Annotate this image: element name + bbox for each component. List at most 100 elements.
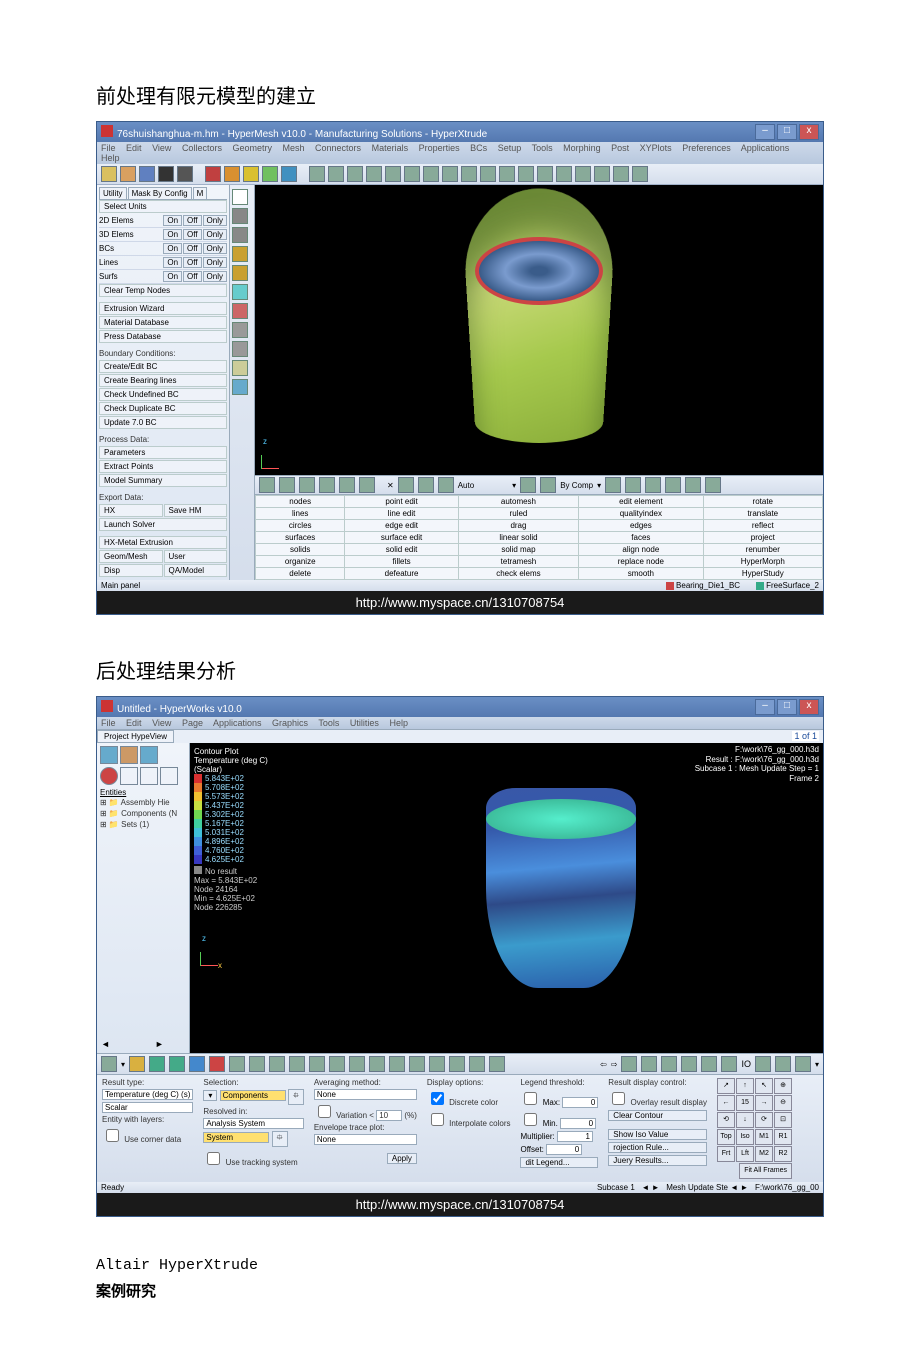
off-button[interactable]: Off (183, 257, 202, 268)
apply-button[interactable]: Apply (387, 1153, 417, 1164)
show-iso-button[interactable]: Show Iso Value (608, 1129, 707, 1140)
minimize-button[interactable]: – (755, 124, 775, 140)
toolbar-icon[interactable] (461, 166, 477, 182)
menu-item[interactable]: Edit (126, 143, 142, 153)
tb-icon[interactable] (775, 1056, 791, 1072)
toolbar-icon[interactable] (243, 166, 259, 182)
command-cell[interactable]: HyperMorph (703, 556, 822, 568)
analysis-system-select[interactable]: Analysis System (203, 1118, 303, 1129)
command-cell[interactable]: edit element (579, 496, 703, 508)
sys-pick[interactable]: ⯐ (272, 1131, 288, 1147)
close-button[interactable]: x (799, 699, 819, 715)
components-field[interactable]: Components (220, 1090, 286, 1101)
offset-input[interactable]: 0 (546, 1144, 582, 1155)
command-cell[interactable]: project (703, 532, 822, 544)
vt-icon[interactable] (359, 477, 375, 493)
off-button[interactable]: Off (183, 271, 202, 282)
toolbar-icon[interactable] (347, 166, 363, 182)
tb-icon[interactable] (429, 1056, 445, 1072)
on-button[interactable]: On (163, 243, 182, 254)
command-cell[interactable]: reflect (703, 520, 822, 532)
tb-icon[interactable] (229, 1056, 245, 1072)
view-front[interactable]: Frt (717, 1146, 735, 1162)
max-checkbox[interactable] (524, 1092, 537, 1105)
tb-icon[interactable] (249, 1056, 265, 1072)
toolbar-icon[interactable] (385, 166, 401, 182)
mult-input[interactable]: 1 (557, 1131, 593, 1142)
menu-item[interactable]: Tools (532, 143, 553, 153)
tb-icon[interactable] (169, 1056, 185, 1072)
command-cell[interactable]: organize (256, 556, 345, 568)
menu-item[interactable]: Page (182, 718, 203, 728)
tab-project[interactable]: Project HypeView (97, 730, 174, 743)
hx-button[interactable]: HX (99, 504, 163, 517)
toolbar-icon[interactable] (575, 166, 591, 182)
tb-icon[interactable] (101, 1056, 117, 1072)
toolbar-icon[interactable] (556, 166, 572, 182)
on-button[interactable]: On (163, 229, 182, 240)
tb-icon[interactable] (701, 1056, 717, 1072)
fit-all-frames-button[interactable]: Fit All Frames (739, 1163, 792, 1179)
tb-icon[interactable] (641, 1056, 657, 1072)
arrow-left-icon[interactable]: ⇦ (600, 1060, 607, 1069)
only-button[interactable]: Only (203, 271, 227, 282)
tb-icon[interactable] (269, 1056, 285, 1072)
toolbar-icon[interactable] (177, 166, 193, 182)
view-m2[interactable]: M2 (755, 1146, 773, 1162)
command-cell[interactable]: smooth (579, 568, 703, 580)
toolbar-icon[interactable] (205, 166, 221, 182)
panel-button[interactable]: Model Summary (99, 474, 227, 487)
command-cell[interactable]: defeature (345, 568, 458, 580)
maximize-button[interactable]: □ (777, 699, 797, 715)
tb-icon[interactable] (369, 1056, 385, 1072)
menu-item[interactable]: Connectors (315, 143, 361, 153)
command-cell[interactable]: check elems (458, 568, 578, 580)
tab-utility[interactable]: Utility (99, 187, 127, 199)
tree-item[interactable]: ⊞ 📁 Components (N (100, 808, 186, 819)
corner-checkbox[interactable] (106, 1129, 119, 1142)
overlay-checkbox[interactable] (612, 1092, 625, 1105)
tb-icon[interactable] (389, 1056, 405, 1072)
nav-icon[interactable]: → (755, 1095, 773, 1111)
vt-icon[interactable] (520, 477, 536, 493)
panel-button[interactable]: Press Database (99, 330, 227, 343)
toolbar-icon[interactable] (613, 166, 629, 182)
browser-icon[interactable] (160, 767, 178, 785)
off-button[interactable]: Off (183, 229, 202, 240)
tb-icon[interactable] (349, 1056, 365, 1072)
command-cell[interactable]: linear solid (458, 532, 578, 544)
tree-item[interactable]: ⊞ 📁 Sets (1) (100, 819, 186, 830)
nav-icon[interactable]: ← (717, 1095, 735, 1111)
zoom-in-icon[interactable]: ⊕ (774, 1078, 792, 1094)
nav-icon[interactable]: ↓ (736, 1112, 754, 1128)
browser-icon[interactable] (140, 746, 158, 764)
toolbar-icon[interactable] (442, 166, 458, 182)
gutter-icon[interactable] (232, 341, 248, 357)
tb-icon[interactable] (755, 1056, 771, 1072)
toolbar-icon[interactable] (537, 166, 553, 182)
panel-button[interactable]: Create/Edit BC (99, 360, 227, 373)
toolbar-icon[interactable] (518, 166, 534, 182)
tb-icon[interactable] (469, 1056, 485, 1072)
menu-item[interactable]: Applications (741, 143, 790, 153)
launch-solver-button[interactable]: Launch Solver (99, 518, 227, 531)
panel-button[interactable]: Check Undefined BC (99, 388, 227, 401)
menu-item[interactable]: View (152, 143, 171, 153)
menu-item[interactable]: Help (389, 718, 408, 728)
sel-pick[interactable]: ⯐ (288, 1089, 304, 1105)
system-field[interactable]: System (203, 1132, 269, 1143)
panel-button[interactable]: Extrusion Wizard (99, 302, 227, 315)
toolbar-icon[interactable] (309, 166, 325, 182)
clear-temp-nodes[interactable]: Clear Temp Nodes (99, 284, 227, 297)
menu-item[interactable]: XYPlots (640, 143, 672, 153)
vt-icon[interactable] (625, 477, 641, 493)
menu-item[interactable]: Collectors (182, 143, 222, 153)
view-r1[interactable]: R1 (774, 1129, 792, 1145)
toolbar-icon[interactable] (404, 166, 420, 182)
arrow-right-icon[interactable]: ⇨ (611, 1060, 618, 1069)
toolbar-icon[interactable] (366, 166, 382, 182)
view-top[interactable]: Top (717, 1129, 735, 1145)
tb-icon[interactable] (449, 1056, 465, 1072)
command-cell[interactable]: qualityindex (579, 508, 703, 520)
hx-metal-extrusion[interactable]: HX-Metal Extrusion (99, 536, 227, 549)
